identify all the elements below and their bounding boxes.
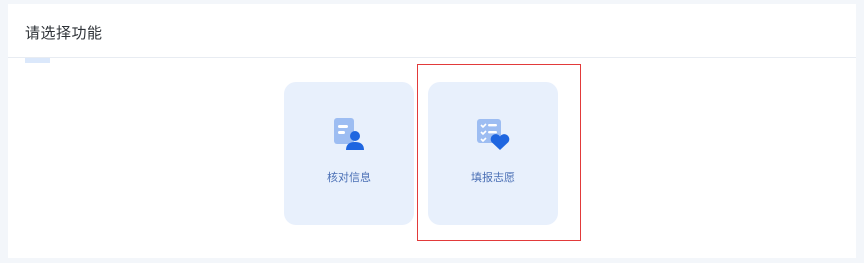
document-user-icon (328, 114, 368, 154)
verify-info-label: 核对信息 (327, 171, 371, 184)
panel-title: 请选择功能 (25, 24, 103, 42)
fill-application-label: 填报志愿 (471, 171, 515, 184)
verify-info-card[interactable]: 核对信息 (284, 82, 414, 225)
checklist-heart-icon (472, 114, 512, 154)
fill-application-card[interactable]: 填报志愿 (428, 82, 558, 225)
title-accent-bar (25, 58, 50, 63)
panel-header: 请选择功能 (8, 4, 856, 58)
